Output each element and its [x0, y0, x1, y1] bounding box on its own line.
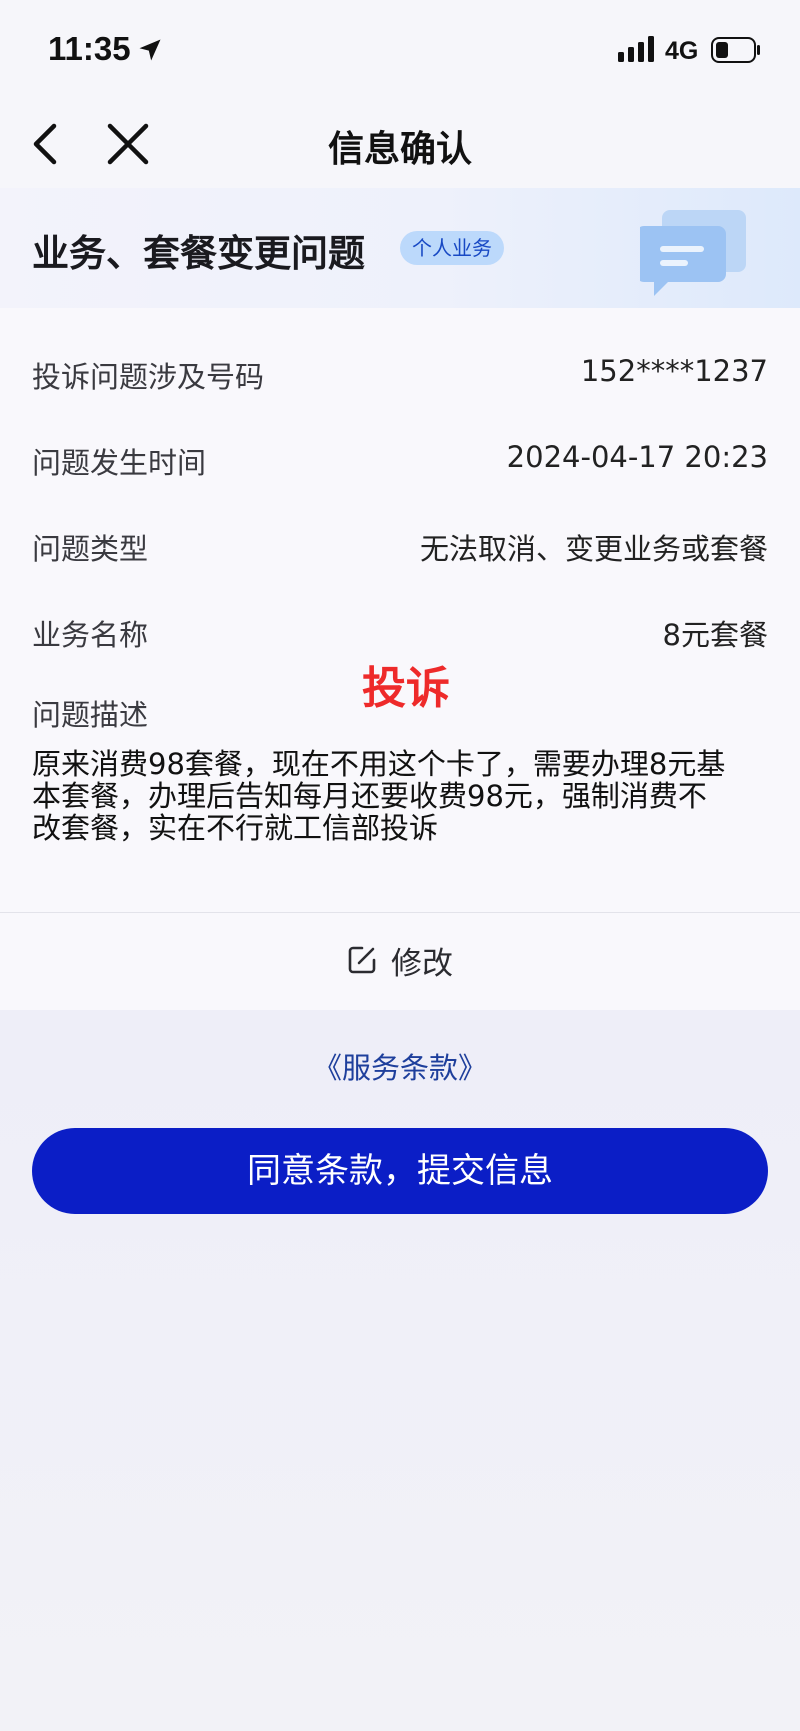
edit-button[interactable]: 修改 — [0, 914, 800, 1010]
category-title: 业务、套餐变更问题 — [32, 232, 365, 275]
network-type: 4G — [665, 37, 699, 65]
detail-value: 152****1237 — [580, 354, 768, 388]
detail-value: 2024-04-17 20:23 — [506, 440, 768, 474]
terms-of-service-link[interactable]: 《服务条款》 — [0, 1045, 800, 1087]
detail-value: 无法取消、变更业务或套餐 — [419, 532, 768, 566]
description-line: 原来消费98套餐，现在不用这个卡了，需要办理8元基 — [32, 747, 726, 781]
complaint-overlay-text: 投诉 — [362, 663, 450, 714]
location-arrow-icon — [139, 39, 161, 61]
category-badge: 个人业务 — [400, 231, 504, 265]
edit-pencil-icon — [348, 946, 376, 974]
bottom-area — [0, 1010, 800, 1731]
detail-row-time: 问题发生时间 2024-04-17 20:23 — [32, 434, 768, 482]
detail-row-service: 业务名称 8元套餐 — [32, 606, 768, 654]
description-line: 改套餐，实在不行就工信部投诉 — [32, 811, 439, 845]
detail-row-phone: 投诉问题涉及号码 152****1237 — [32, 348, 768, 396]
detail-label: 投诉问题涉及号码 — [32, 360, 265, 394]
signal-icon — [618, 36, 654, 62]
nav-bar: 信息确认 — [0, 100, 800, 188]
detail-row-type: 问题类型 无法取消、变更业务或套餐 — [32, 520, 768, 568]
detail-label: 业务名称 — [32, 618, 149, 652]
complaint-details-card: 投诉问题涉及号码 152****1237 问题发生时间 2024-04-17 2… — [0, 308, 800, 1010]
description-label: 问题描述 — [32, 698, 149, 732]
edit-label: 修改 — [391, 946, 453, 982]
detail-value: 8元套餐 — [662, 618, 768, 652]
divider — [0, 912, 800, 913]
category-banner: 业务、套餐变更问题 个人业务 — [0, 188, 800, 308]
status-bar: 11:35 4G — [0, 0, 800, 100]
page-title: 信息确认 — [327, 129, 472, 170]
description-text: 原来消费98套餐，现在不用这个卡了，需要办理8元基 本套餐，办理后告知每月还要收… — [32, 748, 772, 844]
detail-label: 问题发生时间 — [32, 446, 207, 480]
description-line: 本套餐，办理后告知每月还要收费98元，强制消费不 — [32, 779, 707, 813]
agree-submit-button[interactable]: 同意条款，提交信息 — [32, 1128, 768, 1214]
detail-label: 问题类型 — [32, 532, 149, 566]
status-time: 11:35 — [48, 30, 131, 67]
battery-icon — [711, 37, 760, 63]
chat-bubbles-icon — [640, 210, 746, 296]
